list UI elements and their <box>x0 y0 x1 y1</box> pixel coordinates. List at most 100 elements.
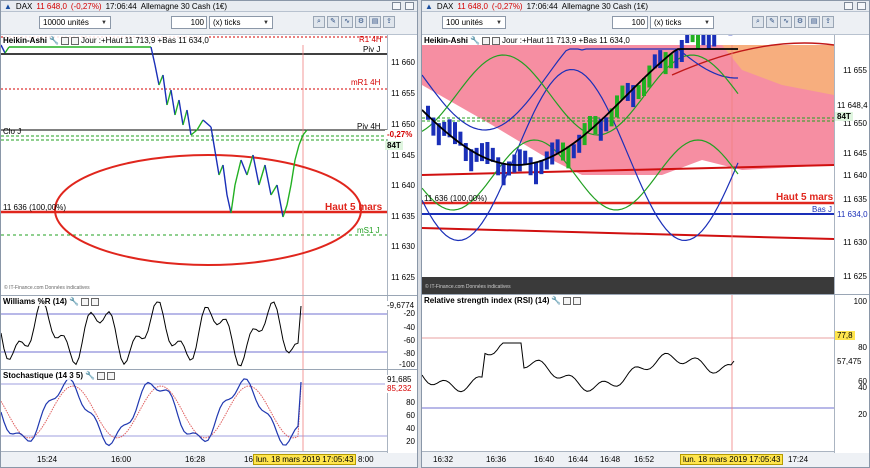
haut-5-mars-label: Haut 5 mars <box>325 202 383 213</box>
units-select[interactable]: 10000 unités ▼ <box>39 16 111 29</box>
price-segment <box>252 154 260 186</box>
rsi-pane[interactable]: Relative strength index (RSI) (14) 🔧 100… <box>422 295 869 454</box>
maximize-button[interactable] <box>857 2 866 10</box>
y-tick: -80 <box>403 349 415 358</box>
stochastic-pane[interactable]: Stochastique (14 3 5) 🔧 80 60 40 20 91,6… <box>1 370 417 454</box>
left-price-pane[interactable]: Heikin-Ashi 🔧 Jour :+Haut 11 713,9 +Bas … <box>1 35 417 296</box>
window-icon[interactable] <box>481 36 490 45</box>
tool-icon[interactable]: 🔧 <box>69 297 79 306</box>
close-icon[interactable] <box>573 296 582 305</box>
williams-plot <box>1 296 387 369</box>
maximize-button[interactable] <box>405 2 414 10</box>
tool-icon[interactable]: 🔧 <box>551 296 561 305</box>
minimize-button[interactable] <box>844 2 853 10</box>
price-segment <box>166 89 172 106</box>
price-segment <box>162 74 168 106</box>
draw-icon[interactable]: ✎ <box>766 16 778 28</box>
level-100-label: 11 636 (100,00%) <box>424 194 488 203</box>
right-time-axis[interactable]: 16:32 16:36 16:40 16:44 16:48 16:52 lun.… <box>422 451 869 467</box>
rsi-overbought-tag: 77,8 <box>835 331 855 340</box>
x-tick: 16:00 <box>111 455 132 464</box>
williams-pane[interactable]: Williams %R (14) 🔧 -20 -40 -60 -80 -100 … <box>1 296 417 370</box>
candle <box>528 157 533 176</box>
y-tick: 80 <box>858 343 867 352</box>
price-segment <box>264 164 272 196</box>
williams-title: Williams %R (14) 🔧 <box>3 297 99 306</box>
x-tick: 16:32 <box>433 455 454 464</box>
zoom-icon[interactable]: ⌕ <box>313 16 325 28</box>
ticks-input[interactable]: 100 <box>171 16 207 29</box>
window-icon[interactable] <box>97 371 105 380</box>
settings-icon[interactable]: ⚙ <box>794 16 806 28</box>
quote-time: 17:06:44 <box>526 1 558 11</box>
price-segment <box>170 89 176 116</box>
candle <box>604 117 609 132</box>
candle <box>669 54 673 69</box>
y-tick: 20 <box>858 410 867 419</box>
candle <box>501 163 506 186</box>
williams-label: Williams %R (14) <box>3 297 67 306</box>
ticks-select[interactable]: (x) ticks ▼ <box>650 16 714 29</box>
units-value: 10000 unités <box>43 18 89 27</box>
y-tick: 80 <box>406 398 415 407</box>
indicator-icon[interactable]: ∿ <box>780 16 792 28</box>
candle <box>517 149 522 172</box>
rsi-axis[interactable]: 100 80 60 40 20 <box>834 295 869 453</box>
price-segment <box>286 184 292 206</box>
indicator-icon[interactable]: ∿ <box>341 16 353 28</box>
zoom-icon[interactable]: ⌕ <box>752 16 764 28</box>
y-tick: 11 630 <box>843 238 867 247</box>
minimize-button[interactable] <box>392 2 401 10</box>
stochastic-label: Stochastique (14 3 5) <box>3 371 84 380</box>
units-select[interactable]: 100 unités ▼ <box>442 16 506 29</box>
watermark: © IT-Finance.com Données indicatives <box>425 284 511 290</box>
right-price-pane[interactable]: Heikin-Ashi 🔧 Jour :+Haut 11 713,9 +Bas … <box>422 35 869 295</box>
last-price: 11 648,0 <box>36 1 67 11</box>
chevron-down-icon: ▼ <box>496 19 502 26</box>
pivot-day-label: Piv J <box>363 45 381 54</box>
candle <box>636 85 641 100</box>
x-tick: 16 <box>244 455 253 464</box>
rsi-value-tag: 57,475 <box>835 357 864 366</box>
candle <box>663 52 668 75</box>
left-toolbar: 10000 unités ▼ 100 (x) ticks ▼ ⌕ ✎ ∿ ⚙ ▤ ⇪ <box>1 12 417 35</box>
ms1-day-label: mS1 J <box>357 226 380 235</box>
y-tick: 20 <box>406 437 415 446</box>
window-icon[interactable] <box>60 36 69 45</box>
export-icon[interactable]: ⇪ <box>822 16 834 28</box>
ticks-count-tag: 84T <box>835 112 853 121</box>
candle <box>539 160 544 175</box>
tool-icon[interactable]: 🔧 <box>49 36 59 45</box>
close-icon[interactable] <box>107 371 115 380</box>
candle <box>685 35 690 44</box>
print-icon[interactable]: ▤ <box>369 16 381 28</box>
left-time-axis[interactable]: 15:24 16:00 16:28 16 lun. 18 mars 2019 1… <box>1 451 417 467</box>
window-icon[interactable] <box>80 297 89 306</box>
price-segment <box>196 119 204 131</box>
close-icon[interactable] <box>90 297 99 306</box>
left-price-pane-title: Heikin-Ashi 🔧 Jour :+Haut 11 713,9 +Bas … <box>3 36 209 45</box>
chevron-down-icon: ▼ <box>704 19 710 26</box>
draw-icon[interactable]: ✎ <box>327 16 339 28</box>
price-segment <box>302 129 308 136</box>
y-tick: 11 630 <box>391 242 415 251</box>
print-icon[interactable]: ▤ <box>808 16 820 28</box>
close-icon[interactable] <box>491 36 500 45</box>
tool-icon[interactable]: 🔧 <box>470 36 480 45</box>
candle <box>550 142 555 165</box>
left-price-axis[interactable]: 11 660 11 655 11 650 11 645 11 640 11 63… <box>387 35 417 295</box>
tool-icon[interactable]: 🔧 <box>85 371 95 380</box>
right-price-axis[interactable]: 11 655 11 650 11 645 11 640 11 635 11 63… <box>834 35 869 294</box>
ticks-select[interactable]: (x) ticks ▼ <box>209 16 273 29</box>
y-tick: -60 <box>403 336 415 345</box>
window-icon[interactable] <box>563 296 572 305</box>
x-tick: 16:48 <box>600 455 621 464</box>
y-tick: 11 640 <box>391 181 415 190</box>
watermark: © IT-Finance.com Données indicatives <box>4 285 90 291</box>
export-icon[interactable]: ⇪ <box>383 16 395 28</box>
right-price-plot <box>422 35 835 294</box>
ticks-input[interactable]: 100 <box>612 16 648 29</box>
candle <box>571 144 576 159</box>
close-icon[interactable] <box>70 36 79 45</box>
settings-icon[interactable]: ⚙ <box>355 16 367 28</box>
